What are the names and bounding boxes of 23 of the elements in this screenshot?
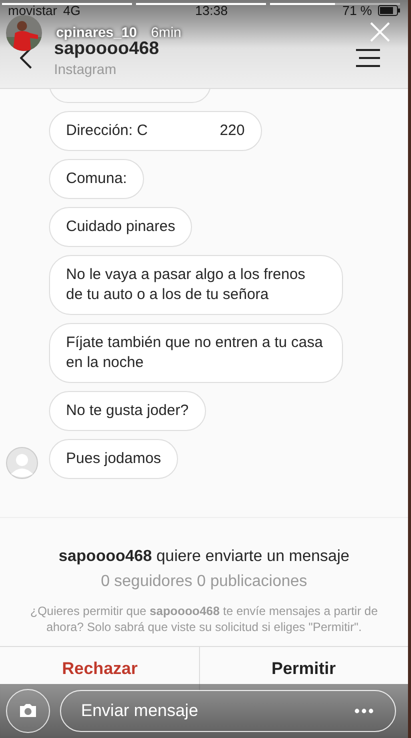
request-note: ¿Quieres permitir que sapoooo468 te envíe mensajes a partir de ahora? Solo sabrá que viste su solicitud si eliges "Permitir". (29, 603, 379, 635)
message-bubble: No te gusta joder? (49, 391, 206, 431)
chat-subtitle: Instagram (54, 60, 118, 76)
decline-button[interactable]: Rechazar (0, 647, 200, 691)
message-field[interactable]: Enviar mensaje (60, 690, 396, 732)
message-bubble: Pues jodamos (49, 439, 178, 479)
network-type: 4G (63, 2, 80, 18)
sender-stats: 0 seguidores 0 publicaciones (100, 573, 308, 591)
menu-icon[interactable] (356, 49, 380, 67)
carrier: movistar (8, 2, 58, 18)
message-bubble: Dirección: C 220 (49, 111, 262, 151)
clock: 13:38 (195, 2, 228, 18)
message-bubble: No le vaya a pasar algo a los frenos de tu auto o a los de tu señora (49, 255, 343, 315)
more-icon[interactable] (354, 708, 374, 714)
message-bubble: Fíjate también que no entren a tu casa en la noche (49, 323, 343, 383)
battery-percent: 71 % (342, 2, 372, 18)
battery-icon (378, 4, 400, 16)
message-bubble: Cuidado pinares (49, 207, 192, 247)
accept-button[interactable]: Permitir (200, 647, 408, 691)
message-bubble: Comuna: (49, 159, 144, 199)
story-age: 6min (151, 24, 182, 40)
request-title: sapoooo468 quiere enviarte un mensaje (58, 548, 350, 566)
camera-button[interactable] (6, 689, 50, 733)
